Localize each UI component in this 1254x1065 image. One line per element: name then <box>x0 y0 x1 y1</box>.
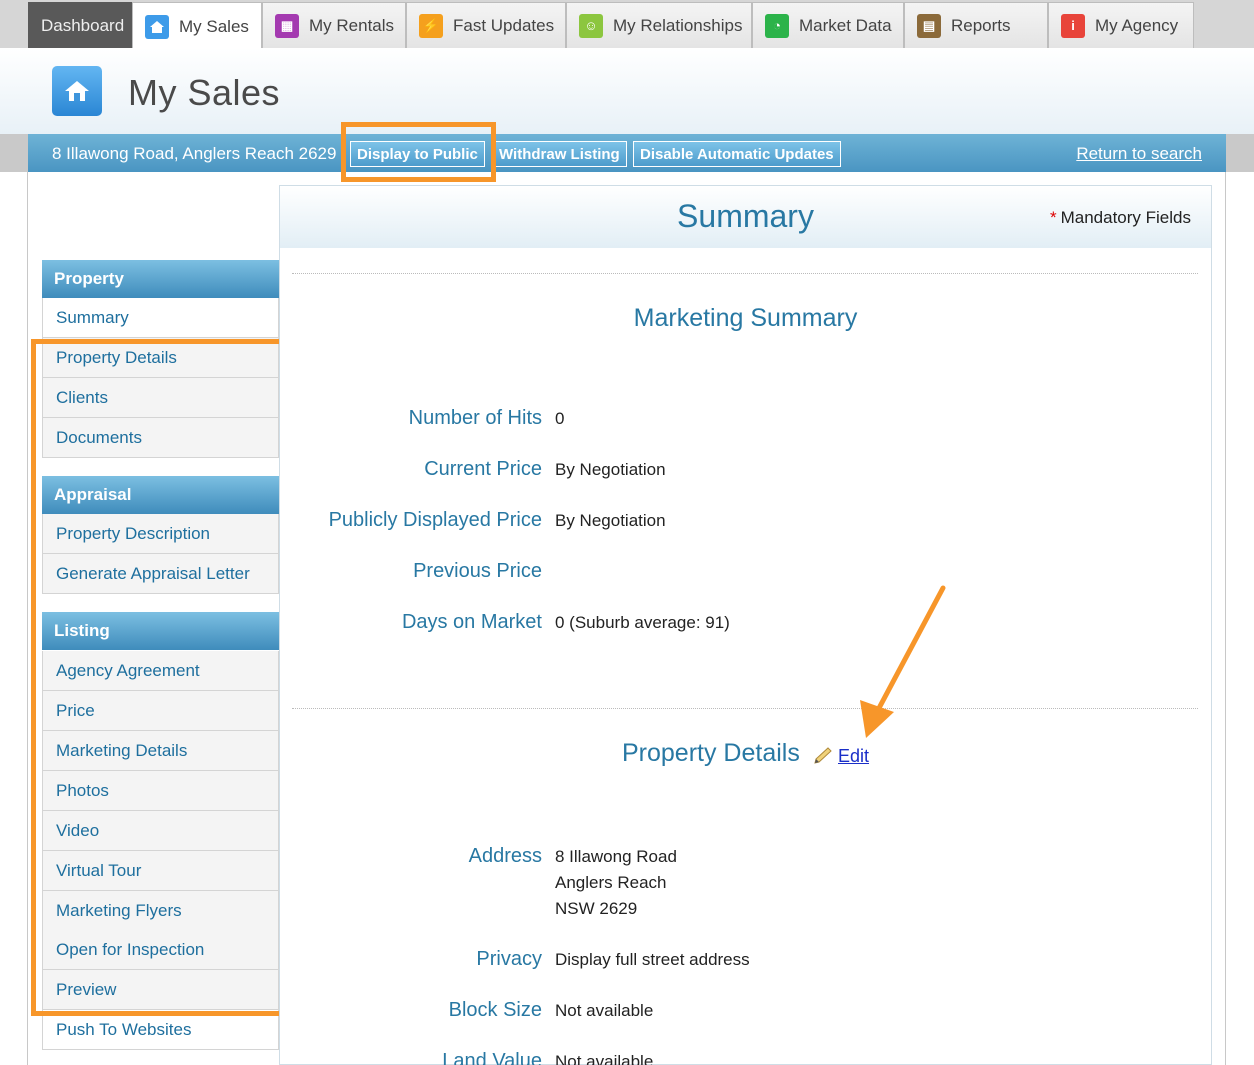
divider <box>292 708 1198 709</box>
disable-automatic-updates-button[interactable]: Disable Automatic Updates <box>633 141 841 167</box>
field-value: By Negotiation <box>555 511 666 530</box>
tab-my-rentals[interactable]: ▦ My Rentals <box>262 2 406 48</box>
marketing-summary-title: Marketing Summary <box>633 304 858 332</box>
field-label: Current Price <box>424 458 542 480</box>
tab-my-relationships[interactable]: ☺ My Relationships <box>566 2 752 48</box>
tab-market-data[interactable]: ◔ Market Data <box>752 2 904 48</box>
tab-my-sales-label: My Sales <box>179 16 249 36</box>
tab-dashboard[interactable]: Dashboard <box>28 2 132 48</box>
address-line: 8 Illawong Road <box>555 847 677 866</box>
field-label: Number of Hits <box>408 407 542 429</box>
lightning-icon: ⚡ <box>419 13 443 38</box>
divider <box>292 273 1198 274</box>
tab-reports[interactable]: ▤ Reports <box>904 2 1048 48</box>
report-icon: ▤ <box>917 13 941 38</box>
sidebar-item-summary[interactable]: Summary <box>42 298 279 338</box>
listing-address: 8 Illawong Road, Anglers Reach 2629 <box>52 144 337 163</box>
tab-my-rentals-label: My Rentals <box>309 15 395 35</box>
page-header: My Sales <box>0 48 1254 134</box>
field-label: Address <box>468 845 542 867</box>
field-value: Not available <box>555 1001 654 1020</box>
tab-my-relationships-label: My Relationships <box>613 15 743 35</box>
highlight-box <box>341 122 496 182</box>
summary-header: Summary * Mandatory Fields <box>280 186 1211 248</box>
field-label: Block Size <box>448 999 542 1021</box>
address-line: Anglers Reach <box>555 873 667 892</box>
tab-my-agency-label: My Agency <box>1095 15 1179 35</box>
people-icon: ☺ <box>579 13 603 38</box>
clipped-row: Land Value Not available <box>0 1044 1254 1065</box>
field-value: Not available <box>555 1052 654 1065</box>
field-value: Display full street address <box>555 950 750 969</box>
withdraw-listing-button[interactable]: Withdraw Listing <box>492 141 627 167</box>
annotation-arrow <box>860 585 946 738</box>
address-line: NSW 2629 <box>555 899 638 918</box>
tab-dashboard-label: Dashboard <box>41 15 125 35</box>
home-icon <box>145 14 169 39</box>
field-label: Privacy <box>476 948 542 970</box>
building-icon: ▦ <box>275 13 299 38</box>
field-label: Days on Market <box>401 611 542 633</box>
tab-reports-label: Reports <box>951 15 1011 35</box>
page-title: My Sales <box>128 72 281 113</box>
tab-my-sales[interactable]: My Sales <box>132 2 262 50</box>
pie-chart-icon: ◔ <box>765 13 789 38</box>
field-label: Previous Price <box>413 560 542 582</box>
return-to-search-link[interactable]: Return to search <box>1076 144 1202 164</box>
property-details-title: Property Details <box>622 739 800 767</box>
home-icon <box>52 66 102 116</box>
pencil-icon <box>812 746 834 771</box>
sidebar-section-property: Property <box>42 260 279 298</box>
highlight-box <box>31 339 293 1016</box>
mandatory-fields-note: * Mandatory Fields <box>1049 208 1191 227</box>
tab-my-agency[interactable]: i My Agency <box>1048 2 1194 48</box>
field-value: 0 (Suburb average: 91) <box>555 613 730 632</box>
field-value: By Negotiation <box>555 460 666 479</box>
tab-fast-updates[interactable]: ⚡ Fast Updates <box>406 2 566 48</box>
tab-market-data-label: Market Data <box>799 15 892 35</box>
listing-action-bar: 8 Illawong Road, Anglers Reach 2629 Disp… <box>0 134 1254 172</box>
field-label: Publicly Displayed Price <box>328 509 542 531</box>
edit-property-details-link[interactable]: Edit <box>838 746 869 767</box>
field-label: Land Value <box>442 1050 542 1065</box>
tab-fast-updates-label: Fast Updates <box>453 15 555 35</box>
field-value: 0 <box>555 409 565 428</box>
person-icon: i <box>1061 13 1085 38</box>
top-navigation: Dashboard My Sales ▦ My Rentals ⚡ Fast U… <box>0 0 1254 50</box>
